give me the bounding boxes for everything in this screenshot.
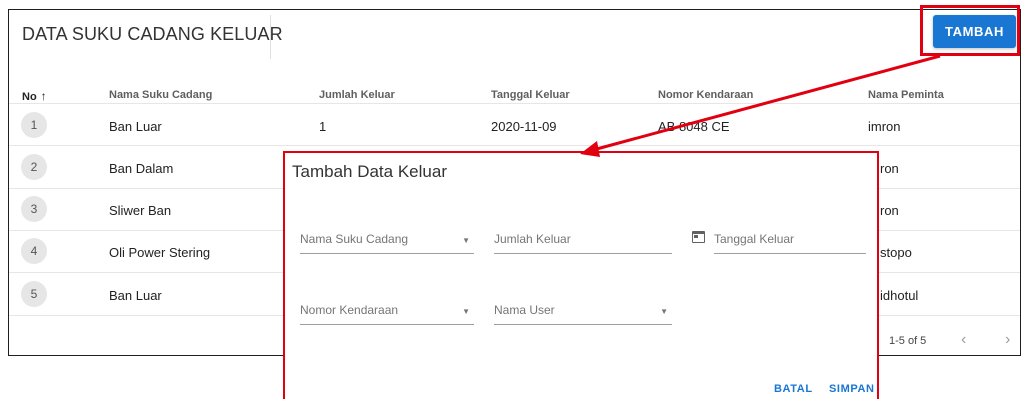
annotation-arrow-head	[580, 141, 600, 157]
annotation-arrow	[580, 54, 941, 157]
annotation-arrow-line	[592, 54, 941, 152]
